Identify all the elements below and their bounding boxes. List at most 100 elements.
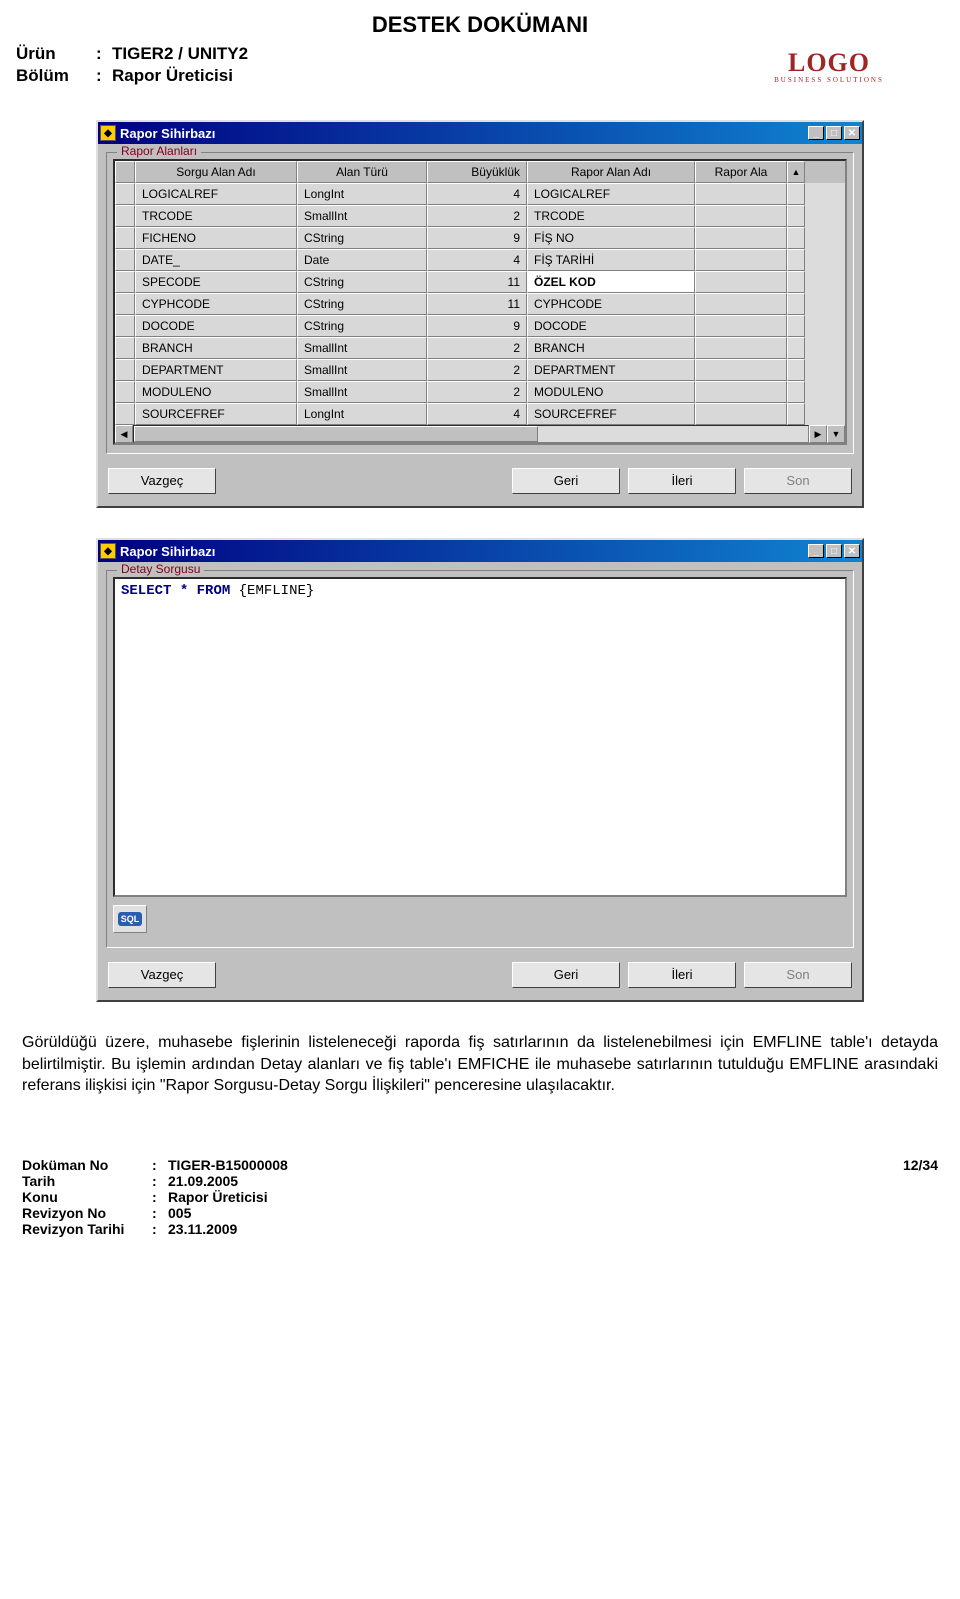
cancel-button[interactable]: Vazgeç: [108, 468, 216, 494]
cell-tur[interactable]: CString: [297, 315, 427, 337]
sql-star: *: [180, 583, 188, 599]
maximize-icon[interactable]: □: [826, 544, 842, 558]
back-button[interactable]: Geri: [512, 468, 620, 494]
scroll-right-icon[interactable]: ▶: [809, 425, 827, 443]
cell-rapor[interactable]: ÖZEL KOD...: [527, 271, 695, 293]
table-row[interactable]: FICHENOCString9FİŞ NO: [115, 227, 845, 249]
scroll-left-icon[interactable]: ◀: [115, 425, 133, 443]
cell-boyut[interactable]: 11: [427, 293, 527, 315]
cell-tur[interactable]: CString: [297, 227, 427, 249]
cell-rapor[interactable]: DOCODE: [527, 315, 695, 337]
cell-sorgu[interactable]: DATE_: [135, 249, 297, 271]
minimize-icon[interactable]: _: [808, 126, 824, 140]
cell-rapor[interactable]: BRANCH: [527, 337, 695, 359]
cell-rapor[interactable]: CYPHCODE: [527, 293, 695, 315]
cell-sorgu[interactable]: FICHENO: [135, 227, 297, 249]
table-row[interactable]: SPECODECString11ÖZEL KOD...: [115, 271, 845, 293]
window-title: Rapor Sihirbazı: [120, 544, 808, 559]
cell-rapor[interactable]: SOURCEFREF: [527, 403, 695, 425]
cell-boyut[interactable]: 9: [427, 227, 527, 249]
revdate-value: 23.11.2009: [168, 1221, 237, 1237]
cell-tur[interactable]: LongInt: [297, 183, 427, 205]
col-extra[interactable]: Rapor Ala: [695, 161, 787, 183]
docno-value: TIGER-B15000008: [168, 1157, 288, 1173]
cell-boyut[interactable]: 9: [427, 315, 527, 337]
next-button[interactable]: İleri: [628, 962, 736, 988]
cell-rapor[interactable]: MODULENO: [527, 381, 695, 403]
cell-boyut[interactable]: 4: [427, 403, 527, 425]
back-button[interactable]: Geri: [512, 962, 620, 988]
cell-boyut[interactable]: 4: [427, 183, 527, 205]
cell-tur[interactable]: Date: [297, 249, 427, 271]
cell-rapor[interactable]: FİŞ TARİHİ: [527, 249, 695, 271]
cell-rapor[interactable]: TRCODE: [527, 205, 695, 227]
table-row[interactable]: TRCODESmallInt2TRCODE: [115, 205, 845, 227]
cell-sorgu[interactable]: LOGICALREF: [135, 183, 297, 205]
close-icon[interactable]: ✕: [844, 126, 860, 140]
cell-sorgu[interactable]: DOCODE: [135, 315, 297, 337]
titlebar[interactable]: ◆ Rapor Sihirbazı _ □ ✕: [98, 540, 862, 562]
cell-rapor[interactable]: FİŞ NO: [527, 227, 695, 249]
docno-label: Doküman No: [22, 1157, 152, 1173]
report-wizard-window-1: ◆ Rapor Sihirbazı _ □ ✕ Rapor Alanları S…: [96, 120, 864, 508]
finish-button[interactable]: Son: [744, 468, 852, 494]
cancel-button[interactable]: Vazgeç: [108, 962, 216, 988]
app-icon: ◆: [100, 125, 116, 141]
table-row[interactable]: BRANCHSmallInt2BRANCH: [115, 337, 845, 359]
cell-boyut[interactable]: 11: [427, 271, 527, 293]
cell-rapor[interactable]: LOGICALREF: [527, 183, 695, 205]
product-value: TIGER2 / UNITY2: [112, 44, 248, 64]
col-tur[interactable]: Alan Türü: [297, 161, 427, 183]
cell-rapor[interactable]: DEPARTMENT: [527, 359, 695, 381]
titlebar[interactable]: ◆ Rapor Sihirbazı _ □ ✕: [98, 122, 862, 144]
cell-boyut[interactable]: 2: [427, 337, 527, 359]
cell-sorgu[interactable]: BRANCH: [135, 337, 297, 359]
finish-button[interactable]: Son: [744, 962, 852, 988]
scroll-up-icon[interactable]: ▲: [787, 161, 805, 183]
minimize-icon[interactable]: _: [808, 544, 824, 558]
col-boyut[interactable]: Büyüklük: [427, 161, 527, 183]
table-row[interactable]: LOGICALREFLongInt4LOGICALREF: [115, 183, 845, 205]
cell-sorgu[interactable]: MODULENO: [135, 381, 297, 403]
body-paragraph: Görüldüğü üzere, muhasebe fişlerinin lis…: [22, 1032, 938, 1097]
next-button[interactable]: İleri: [628, 468, 736, 494]
report-wizard-window-2: ◆ Rapor Sihirbazı _ □ ✕ Detay Sorgusu SE…: [96, 538, 864, 1002]
col-sorgu[interactable]: Sorgu Alan Adı: [135, 161, 297, 183]
product-label: Ürün: [16, 44, 96, 64]
scroll-down-icon[interactable]: ▼: [827, 425, 845, 443]
maximize-icon[interactable]: □: [826, 126, 842, 140]
report-fields-fieldset: Rapor Alanları Sorgu Alan Adı Alan Türü …: [106, 152, 854, 454]
cell-tur[interactable]: SmallInt: [297, 359, 427, 381]
cell-boyut[interactable]: 4: [427, 249, 527, 271]
cell-sorgu[interactable]: SOURCEFREF: [135, 403, 297, 425]
cell-sorgu[interactable]: TRCODE: [135, 205, 297, 227]
sql-editor[interactable]: SELECT * FROM {EMFLINE}: [113, 577, 847, 897]
table-row[interactable]: DOCODECString9DOCODE: [115, 315, 845, 337]
cell-sorgu[interactable]: DEPARTMENT: [135, 359, 297, 381]
doc-title: DESTEK DOKÜMANI: [16, 12, 944, 38]
cell-tur[interactable]: CString: [297, 271, 427, 293]
cell-sorgu[interactable]: SPECODE: [135, 271, 297, 293]
cell-tur[interactable]: LongInt: [297, 403, 427, 425]
cell-sorgu[interactable]: CYPHCODE: [135, 293, 297, 315]
table-row[interactable]: DEPARTMENTSmallInt2DEPARTMENT: [115, 359, 845, 381]
cell-boyut[interactable]: 2: [427, 205, 527, 227]
table-row[interactable]: DATE_Date4FİŞ TARİHİ: [115, 249, 845, 271]
horizontal-scrollbar[interactable]: ◀ ▶ ▼: [115, 425, 845, 443]
cell-tur[interactable]: CString: [297, 293, 427, 315]
col-rapor[interactable]: Rapor Alan Adı: [527, 161, 695, 183]
table-row[interactable]: MODULENOSmallInt2MODULENO: [115, 381, 845, 403]
date-value: 21.09.2005: [168, 1173, 238, 1189]
section-value: Rapor Üreticisi: [112, 66, 233, 86]
close-icon[interactable]: ✕: [844, 544, 860, 558]
table-row[interactable]: SOURCEFREFLongInt4SOURCEFREF: [115, 403, 845, 425]
cell-tur[interactable]: SmallInt: [297, 337, 427, 359]
cell-tur[interactable]: SmallInt: [297, 381, 427, 403]
cell-boyut[interactable]: 2: [427, 359, 527, 381]
cell-boyut[interactable]: 2: [427, 381, 527, 403]
sql-button[interactable]: SQL: [113, 905, 147, 933]
table-row[interactable]: CYPHCODECString11CYPHCODE: [115, 293, 845, 315]
wizard-buttons: Vazgeç Geri İleri Son: [106, 464, 854, 498]
fields-grid[interactable]: Sorgu Alan Adı Alan Türü Büyüklük Rapor …: [113, 159, 847, 445]
cell-tur[interactable]: SmallInt: [297, 205, 427, 227]
